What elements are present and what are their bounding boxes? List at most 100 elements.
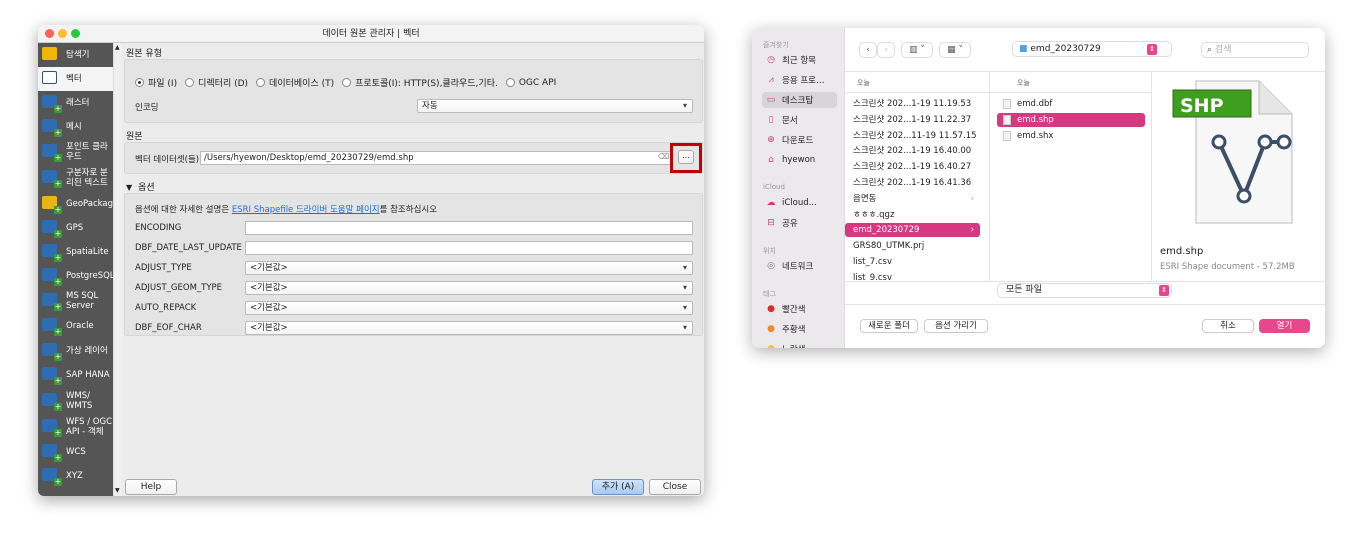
driver-help-link[interactable]: ESRI Shapefile 드라이버 도움말 페이지 [232,205,380,215]
file-list-item[interactable]: GRS80_UTMK.prj [845,239,980,253]
source-type-radio[interactable]: 데이터베이스 (T) [256,76,334,89]
sidebar-item-label: WMS/ WMTS [66,391,93,411]
file-list-item[interactable]: 스크린샷 202...1-19 16.40.00 [845,144,980,158]
sidebar-item[interactable]: ▯ 문서 [762,112,837,128]
file-list-item[interactable]: emd.dbf [997,97,1145,111]
sidebar-item[interactable]: 탐색기 [38,43,113,67]
add-button[interactable]: 추가 (A) [592,479,644,495]
file-list-item[interactable]: emd.shx [997,129,1145,143]
sidebar-item[interactable]: + XYZ [38,464,113,488]
option-select[interactable]: <기본값> [245,261,693,275]
wfs-icon: + [40,417,62,437]
radio-label: 디렉터리 (D) [198,79,249,89]
new-folder-button[interactable]: 새로운 폴더 [860,319,918,333]
sidebar-item[interactable]: + SAP HANA [38,363,113,387]
sidebar-item[interactable]: + SpatiaLite [38,240,113,264]
sidebar-item-label: WFS / OGC API - 객체 [66,417,113,437]
option-select[interactable]: <기본값> [245,321,693,335]
sidebar-item[interactable]: + 구분자로 분리된 텍스트 [38,165,113,191]
file-list-item[interactable]: ㅎㅎㅎ.qgz [845,208,980,222]
scroll-up-icon[interactable]: ▲ [115,44,120,51]
sidebar-item[interactable]: + GeoPackage [38,192,118,216]
clock-icon: ◷ [767,55,775,65]
plus-icon: + [54,179,62,188]
options-heading[interactable]: ▼ 옵션 [126,180,155,193]
sidebar-item[interactable]: ☁ iCloud... [762,195,837,211]
help-button[interactable]: Help [125,479,177,495]
radio-button-icon [256,78,266,87]
sidebar-item-label: 탐색기 [66,50,90,60]
encoding-select[interactable]: 자동 [417,99,693,113]
plus-icon: + [54,302,62,311]
dataset-path-input[interactable]: /Users/hyewon/Desktop/emd_20230729/emd.s… [200,151,672,165]
file-list-item[interactable]: list_7.csv [845,255,980,269]
search-placeholder: 검색 [1214,45,1232,55]
sidebar-item[interactable]: + 메시 [38,115,113,139]
group-view-button[interactable]: ▦ ˅ [939,42,971,58]
sidebar-item[interactable]: ◷ 최근 항목 [762,52,837,68]
sidebar-item[interactable]: + MS SQL Server [38,288,113,314]
sidebar-item[interactable]: ⩘ 응용 프로… [762,72,837,88]
clear-input-icon[interactable]: ⌫ [658,152,669,161]
sidebar-item[interactable]: ● 빨간색 [762,301,837,317]
option-select[interactable]: <기본값> [245,301,693,315]
file-list-item[interactable]: 스크린샷 202...1-19 11.22.37 [845,113,980,127]
source-type-radio[interactable]: 프로토콜(I): HTTP(S),클라우드,기타. [342,76,498,89]
sidebar-item[interactable]: ● 주황색 [762,321,837,337]
file-type-select[interactable]: 모든 파일 [997,283,1172,298]
file-list-item[interactable]: 스크린샷 202...1-19 16.40.27 [845,160,980,174]
forward-button[interactable]: › [877,42,895,58]
sidebar-item[interactable]: ▭ 데스크탑 [762,92,837,108]
option-select[interactable]: <기본값> [245,281,693,295]
collapse-triangle-icon: ▼ [126,183,133,192]
sidebar-item[interactable]: + WFS / OGC API - 객체 [38,414,113,440]
sidebar-item[interactable]: + WCS [38,440,113,464]
sidebar-scrollbar[interactable]: ▲ ▼ [113,43,122,496]
option-label: ADJUST_GEOM_TYPE [135,283,223,293]
source-type-radio[interactable]: 파일 (I) [135,76,177,89]
sidebar-item[interactable]: + PostgreSQL [38,264,115,288]
plus-icon: + [54,153,62,162]
sidebar-item[interactable]: ⊕ 다운로드 [762,132,837,148]
sidebar-item[interactable]: ⌂ hyewon [762,152,837,168]
sidebar-item[interactable]: + 포인트 클라우드 [38,139,113,165]
hide-options-button[interactable]: 옵션 가리기 [924,319,988,333]
back-button[interactable]: ‹ [859,42,877,58]
file-list-item[interactable]: list_9.csv [845,271,980,281]
cancel-button[interactable]: 취소 [1202,319,1254,333]
file-name: emd.dbf [1017,99,1053,109]
column-view-button[interactable]: ▥ ˅ [901,42,933,58]
title-bar: 데이터 원본 관리자 | 벡터 [38,25,704,43]
zoom-window-button[interactable] [71,29,80,38]
sidebar-item-label: 공유 [782,219,798,229]
option-label: AUTO_REPACK [135,303,197,313]
source-type-radio[interactable]: 디렉터리 (D) [185,76,248,89]
file-list-item[interactable]: 스크린샷 202...1-19 11.19.53 [845,97,980,111]
sidebar-item[interactable]: + Oracle [38,314,113,338]
file-list-item[interactable]: 읍면동 › [845,192,980,206]
option-input[interactable] [245,221,693,235]
sidebar-item[interactable]: + 래스터 [38,91,113,115]
sidebar-item[interactable]: ◎ 네트워크 [762,258,837,274]
file-list-item[interactable]: emd_20230729 › [845,223,980,238]
scroll-down-icon[interactable]: ▼ [115,487,120,494]
close-window-button[interactable] [45,29,54,38]
search-icon: ⌕ [1207,45,1213,55]
close-button[interactable]: Close [649,479,701,495]
minimize-window-button[interactable] [58,29,67,38]
source-type-radio[interactable]: OGC API [505,76,556,89]
open-button[interactable]: 열기 [1259,319,1310,333]
sidebar: 탐색기벡터 + 래스터 + 메시 + 포인트 클라우드 + 구분자로 분리된 텍스트 + GeoPa… [38,43,118,496]
sidebar-item[interactable]: ● 노란색 [762,341,837,348]
file-list-item[interactable]: 스크린샷 202...11-19 11.57.15 [845,129,980,143]
sidebar-item[interactable]: 벡터 [38,67,113,91]
tag-icon: ● [767,324,775,334]
option-input[interactable] [245,241,693,255]
sidebar-item[interactable]: + GPS [38,216,113,240]
sidebar-item[interactable]: + WMS/ WMTS [38,388,113,414]
sidebar-item[interactable]: ⊟ 공유 [762,215,837,231]
sidebar-item[interactable]: + 가상 레이어 [38,339,113,363]
search-input[interactable]: ⌕ 검색 [1201,42,1309,58]
file-list-item[interactable]: 스크린샷 202...1-19 16.41.36 [845,176,980,190]
file-list-item[interactable]: emd.shp [997,113,1145,127]
